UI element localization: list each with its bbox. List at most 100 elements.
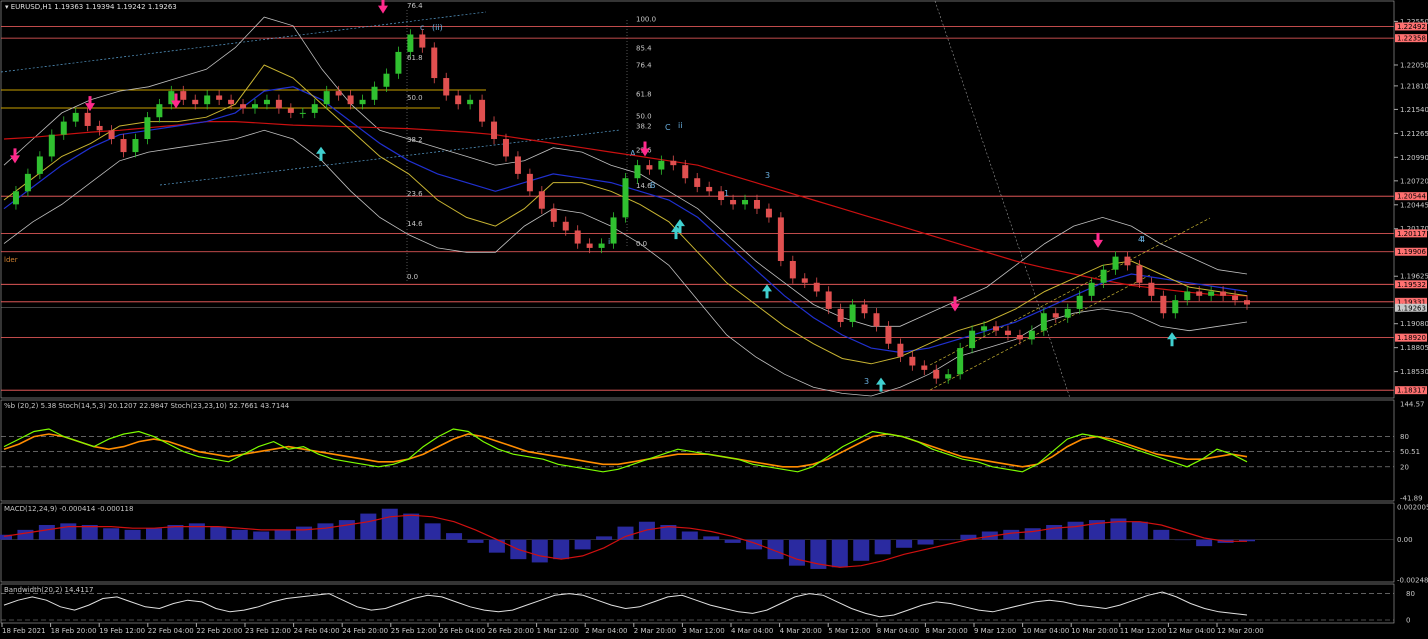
candle-body [108, 130, 115, 140]
fib-label: 0.0 [636, 240, 647, 248]
level-price-label: 1.19906 [1397, 248, 1426, 256]
fib-label: 76.4 [636, 62, 652, 70]
time-tick-label: 1 Mar 12:00 [537, 627, 579, 635]
candle-body [598, 243, 605, 248]
macd-histogram-bar [1131, 521, 1148, 540]
wave-label: 4 [1140, 235, 1145, 244]
macd-histogram-bar [253, 531, 270, 540]
macd-histogram-bar [188, 523, 205, 540]
candle-body [1076, 295, 1083, 309]
stoch-tick-label: 144.57 [1400, 401, 1425, 409]
fib-label: 76.4 [407, 2, 423, 10]
level-price-label: 1.20117 [1397, 230, 1426, 238]
fib-label: 50.0 [636, 113, 652, 121]
candle-body [801, 278, 808, 283]
candle-body [144, 117, 151, 140]
trading-chart[interactable]: 1.225501.220501.218101.215401.212651.209… [0, 0, 1428, 639]
candle-body [957, 348, 964, 375]
candle-body [1220, 291, 1227, 296]
macd-histogram-bar [831, 539, 848, 568]
macd-histogram-bar [231, 529, 248, 540]
candle-body [945, 374, 952, 379]
candle-body [742, 200, 749, 205]
candle-body [1040, 313, 1047, 331]
candle-body [873, 313, 880, 327]
time-tick-label: 22 Feb 20:00 [196, 627, 242, 635]
candle-body [1136, 265, 1143, 283]
macd-histogram-bar [1003, 529, 1020, 540]
bandwidth-tick-label: 80 [1406, 590, 1415, 598]
wave-label: (ii) [432, 23, 443, 32]
macd-histogram-bar [38, 524, 55, 540]
level-price-label: 1.18920 [1397, 334, 1426, 342]
macd-histogram-bar [617, 526, 634, 540]
time-tick-label: 26 Feb 04:00 [439, 627, 485, 635]
candle-body [694, 178, 701, 187]
time-tick-label: 12 Mar 20:00 [1217, 627, 1264, 635]
time-tick-label: 23 Feb 12:00 [245, 627, 291, 635]
macd-histogram-bar [596, 536, 613, 540]
candle-body [777, 217, 784, 261]
level-price-label: 1.22492 [1397, 23, 1426, 31]
candle-body [287, 108, 294, 113]
candle-body [299, 112, 306, 114]
candle-body [347, 95, 354, 105]
candle-body [1244, 300, 1250, 305]
macd-histogram-bar [638, 521, 655, 540]
macd-histogram-bar [146, 528, 163, 540]
stoch-label: %b (20,2) 5.38 Stoch(14,5,3) 20.1207 22.… [4, 402, 290, 410]
wave-label: 3 [765, 171, 770, 180]
candle-body [1184, 291, 1191, 301]
time-tick-label: 3 Mar 12:00 [682, 627, 724, 635]
candle-body [765, 208, 772, 218]
macd-histogram-bar [17, 529, 34, 540]
stoch-tick-label: 50.51 [1400, 448, 1420, 456]
macd-histogram-bar [1024, 528, 1041, 540]
candle-body [1124, 256, 1131, 266]
candle-body [933, 369, 940, 379]
candle-body [789, 260, 796, 279]
price-tick-label: 1.19625 [1400, 273, 1428, 281]
bandwidth-label: Bandwidth(20,2) 14.4117 [4, 586, 94, 594]
macd-histogram-bar [103, 528, 120, 540]
macd-histogram-bar [896, 539, 913, 548]
candle-body [419, 34, 426, 48]
candle-body [12, 191, 19, 205]
macd-histogram-bar [724, 539, 741, 543]
time-tick-label: 11 Mar 12:00 [1120, 627, 1167, 635]
stoch-tick-label: 80 [1400, 433, 1409, 441]
candle-body [1148, 282, 1155, 296]
candle-body [359, 99, 366, 105]
macd-tick-label: -0.00248 [1397, 577, 1428, 585]
candle-body [1160, 295, 1167, 314]
candle-body [658, 160, 665, 170]
candle-body [96, 125, 103, 131]
level-price-label: 1.19532 [1397, 281, 1426, 289]
candle-body [72, 112, 79, 122]
candle-body [562, 221, 569, 231]
macd-histogram-bar [681, 531, 698, 540]
time-tick-label: 24 Feb 20:00 [342, 627, 388, 635]
candle-body [921, 365, 928, 370]
macd-histogram-bar [938, 539, 955, 541]
candle-body [753, 200, 760, 209]
candle-body [240, 104, 247, 109]
time-tick-label: 4 Mar 20:00 [780, 627, 822, 635]
candle-body [837, 308, 844, 322]
macd-histogram-bar [1153, 529, 1170, 540]
side-text: lder [4, 256, 18, 264]
time-tick-label: 2 Mar 20:00 [634, 627, 676, 635]
candle-body [969, 330, 976, 349]
price-tick-label: 1.18805 [1400, 344, 1428, 352]
candle-body [1196, 291, 1203, 296]
macd-histogram-bar [317, 523, 334, 540]
candle-body [1088, 282, 1095, 296]
candle-body [574, 230, 581, 244]
time-tick-label: 4 Mar 04:00 [731, 627, 773, 635]
level-price-label: 1.18317 [1397, 387, 1426, 395]
candle-body [371, 86, 378, 100]
wave-label: ii [678, 121, 682, 130]
candle-body [275, 99, 282, 109]
fib-label: 38.2 [636, 123, 652, 131]
candle-body [622, 178, 629, 218]
